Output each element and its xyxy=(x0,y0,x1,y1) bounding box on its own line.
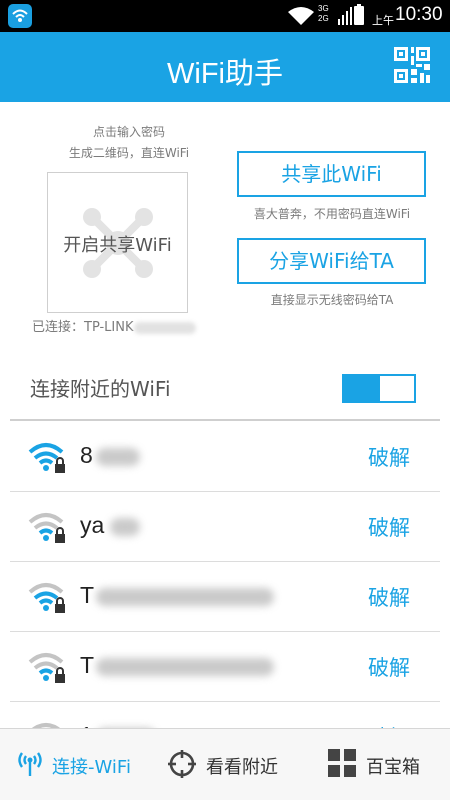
divider xyxy=(10,419,440,421)
signal-bars-icon xyxy=(338,7,352,25)
app-header: WiFi助手 xyxy=(0,32,450,102)
crosshair-icon xyxy=(168,750,196,778)
share-to-friend-button[interactable]: 分享WiFi给TA xyxy=(237,238,426,284)
crack-button[interactable]: 破解 xyxy=(368,512,410,542)
share-this-wifi-button[interactable]: 共享此WiFi xyxy=(237,151,426,197)
wifi-status-icon xyxy=(288,7,314,25)
nav-label: 百宝箱 xyxy=(366,757,420,778)
network-type-label: 3G 2G xyxy=(318,4,329,23)
battery-icon xyxy=(354,4,364,25)
toggle-on-indicator xyxy=(344,376,380,401)
network-ssid: 8 xyxy=(80,442,93,468)
network-row[interactable]: ya 破解 xyxy=(10,492,440,562)
wifi-locked-weak-icon xyxy=(28,513,65,543)
nav-label: 连接-WiFi xyxy=(52,757,131,778)
app-notification-icon xyxy=(8,4,32,28)
redacted-ssid xyxy=(96,658,274,676)
crack-button[interactable]: 破解 xyxy=(368,652,410,682)
share-hint-line2: 生成二维码，直连WiFi xyxy=(68,146,190,160)
redacted-ssid xyxy=(96,588,274,606)
network-ssid: T xyxy=(80,582,95,608)
crack-button[interactable]: 破解 xyxy=(368,442,410,472)
nearby-wifi-label: 连接附近的WiFi xyxy=(30,377,171,401)
wifi-locked-strong-icon xyxy=(28,443,65,473)
bottom-nav: 连接-WiFi 看看附近 百宝箱 xyxy=(0,728,450,800)
grid-icon xyxy=(328,749,356,777)
nav-toolbox[interactable]: 百宝箱 xyxy=(300,729,450,800)
redacted-ssid xyxy=(96,448,140,466)
share-to-friend-description: 直接显示无线密码给TA xyxy=(270,293,394,307)
qr-placeholder-label: 开启共享WiFi xyxy=(63,235,172,256)
redacted-text xyxy=(133,321,196,334)
nav-label: 看看附近 xyxy=(206,757,278,778)
wifi-locked-weak-icon xyxy=(28,653,65,683)
nav-nearby[interactable]: 看看附近 xyxy=(150,729,300,800)
qr-code-icon[interactable] xyxy=(394,47,430,83)
page-title: WiFi助手 xyxy=(167,58,283,90)
status-bar: 3G 2G 上午 10:30 xyxy=(0,0,450,32)
qr-code-placeholder[interactable]: 开启共享WiFi xyxy=(47,172,188,313)
wifi-antenna-icon xyxy=(18,752,42,776)
network-row[interactable]: T 破解 xyxy=(10,562,440,632)
network-ssid: T xyxy=(80,652,95,678)
connected-network-label: 已连接：TP-LINK xyxy=(32,316,196,335)
share-wifi-description: 喜大普奔，不用密码直连WiFi xyxy=(253,207,411,221)
clock: 10:30 xyxy=(395,4,443,25)
network-row[interactable]: T 破解 xyxy=(10,632,440,702)
network-ssid: ya xyxy=(80,512,105,538)
network-row[interactable]: 8 破解 xyxy=(10,422,440,492)
nearby-wifi-toggle[interactable] xyxy=(342,374,416,403)
redacted-ssid xyxy=(110,518,140,536)
nav-connect-wifi[interactable]: 连接-WiFi xyxy=(0,729,150,800)
share-hint-line1: 点击输入密码 xyxy=(92,125,165,139)
crack-button[interactable]: 破解 xyxy=(368,582,410,612)
time-ampm: 上午 xyxy=(372,14,394,27)
wifi-locked-medium-icon xyxy=(28,583,65,613)
